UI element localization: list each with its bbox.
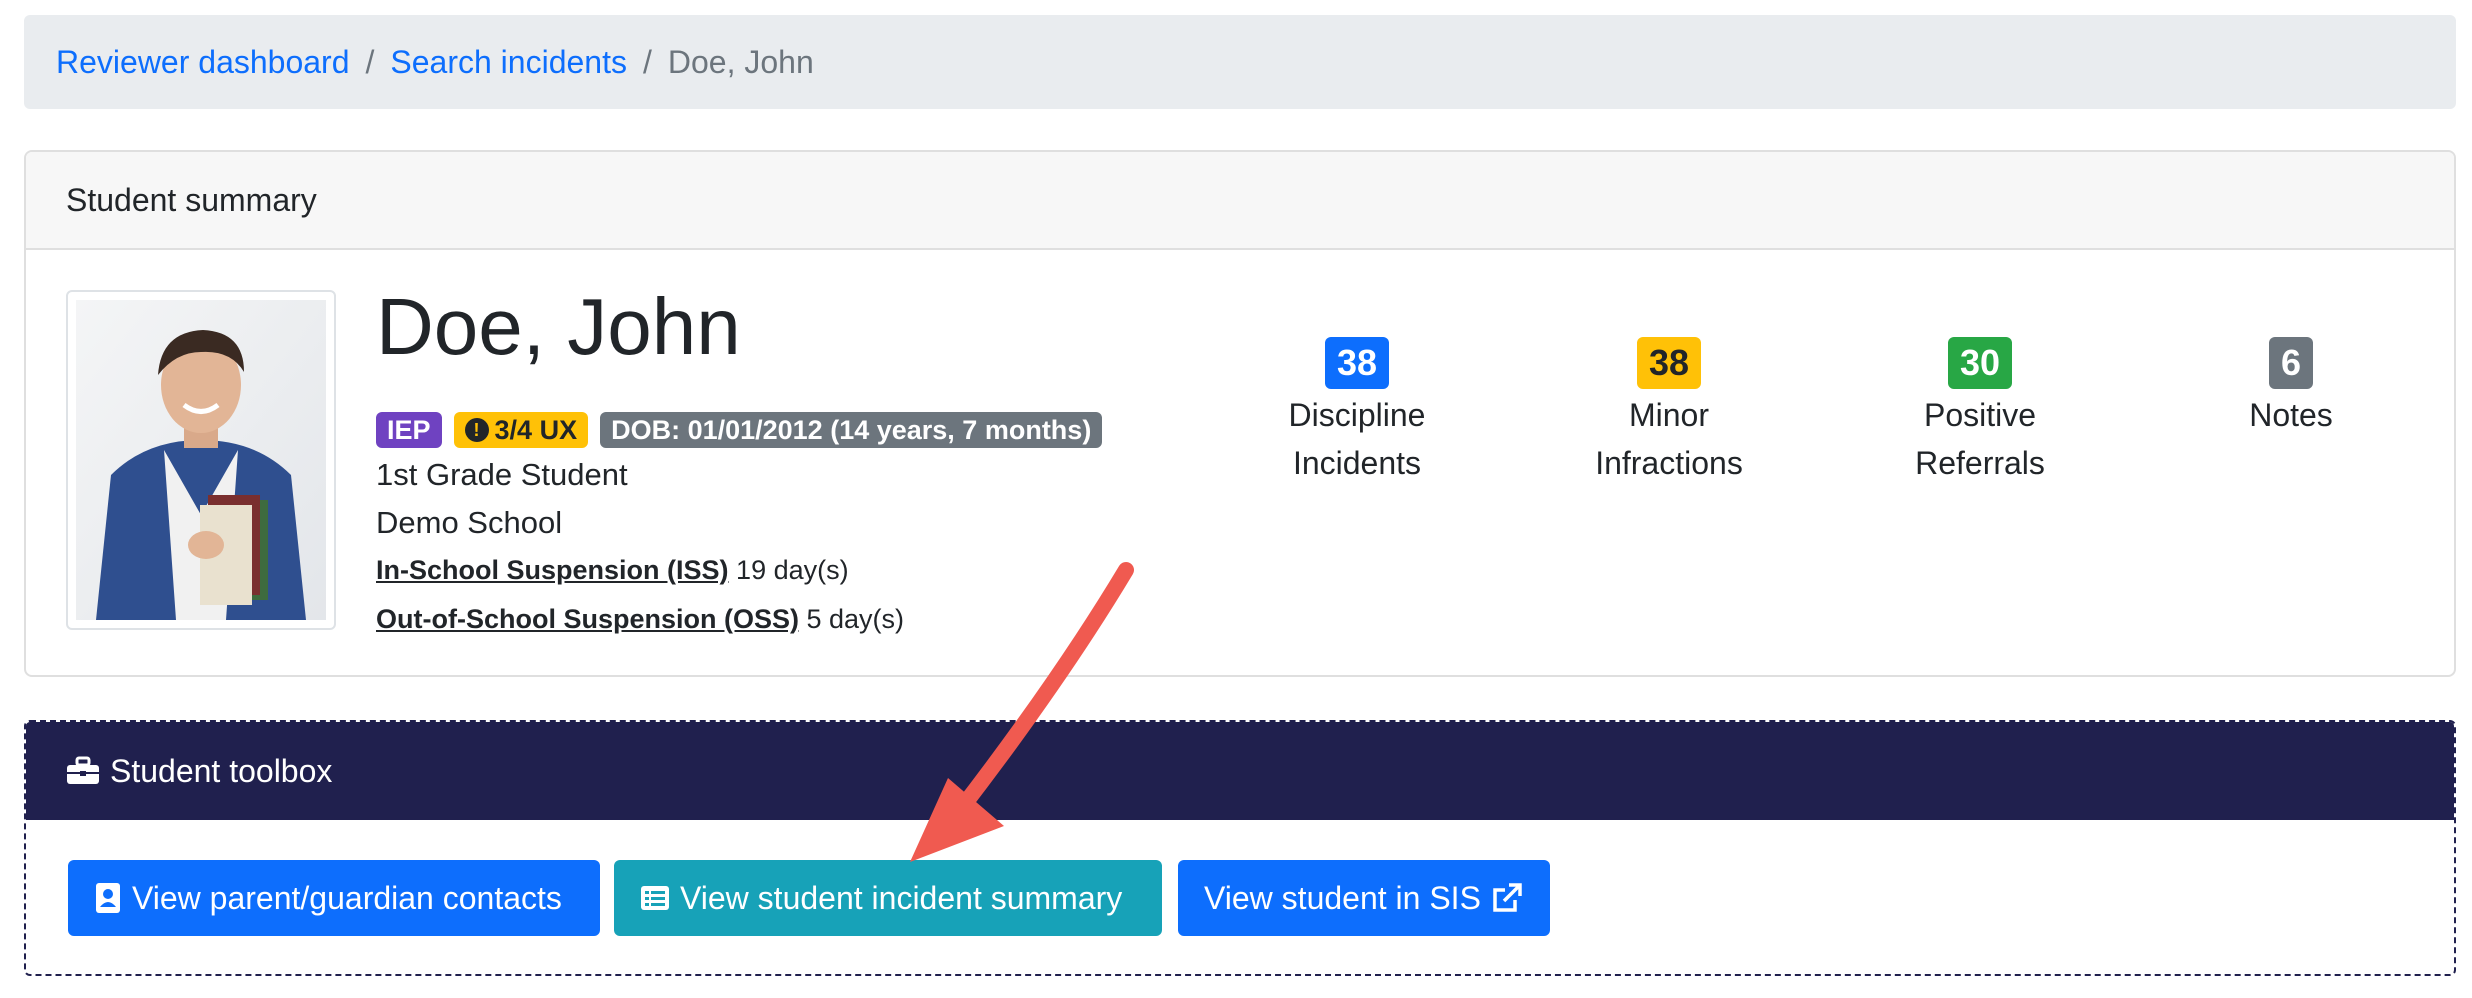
breadcrumb-reviewer-dashboard[interactable]: Reviewer dashboard <box>56 44 350 81</box>
breadcrumb-separator: / <box>642 43 652 80</box>
view-student-sis-button[interactable]: View student in SIS <box>1178 860 1550 936</box>
stat-minor-infractions[interactable]: 38 Minor Infractions <box>1559 337 1779 487</box>
stat-label: Notes <box>2249 397 2333 433</box>
student-summary-header: Student summary <box>26 152 2454 250</box>
view-parent-contacts-label: View parent/guardian contacts <box>132 879 562 916</box>
view-student-sis-label: View student in SIS <box>1204 879 1481 916</box>
oss-row: Out-of-School Suspension (OSS) 5 day(s) <box>376 604 904 635</box>
iss-value: 19 day(s) <box>736 555 849 585</box>
student-toolbox-header: Student toolbox <box>26 722 2454 820</box>
ux-badge: ! 3/4 UX <box>453 412 589 448</box>
student-toolbox-title: Student toolbox <box>110 752 333 789</box>
view-incident-summary-button[interactable]: View student incident summary <box>614 860 1162 936</box>
list-icon <box>641 886 669 910</box>
student-school: Demo School <box>376 505 563 540</box>
breadcrumb-separator: / <box>365 43 375 80</box>
ux-badge-label: 3/4 UX <box>494 415 578 445</box>
external-link-icon <box>1493 883 1522 912</box>
stat-count: 38 <box>1636 337 1702 389</box>
stat-label: Minor Infractions <box>1595 397 1743 481</box>
toolbox-icon <box>67 756 99 784</box>
stat-discipline-incidents[interactable]: 38 Discipline Incidents <box>1247 337 1467 487</box>
iss-row: In-School Suspension (ISS) 19 day(s) <box>376 555 849 586</box>
stat-count: 30 <box>1947 337 2013 389</box>
breadcrumb-current: Doe, John <box>667 43 814 80</box>
breadcrumb: Reviewer dashboard / Search incidents / … <box>24 15 2456 109</box>
oss-link[interactable]: Out-of-School Suspension (OSS) <box>376 604 799 634</box>
view-incident-summary-label: View student incident summary <box>680 879 1123 916</box>
stat-label: Positive Referrals <box>1915 397 2045 481</box>
oss-value: 5 day(s) <box>806 604 905 634</box>
student-photo-image <box>76 300 326 620</box>
iss-link[interactable]: In-School Suspension (ISS) <box>376 555 729 585</box>
stat-count: 6 <box>2268 337 2314 389</box>
exclamation-circle-icon: ! <box>464 418 489 442</box>
student-toolbox: Student toolbox View parent/guardian con… <box>24 720 2456 976</box>
student-photo <box>66 290 336 630</box>
stat-count: 38 <box>1324 337 1390 389</box>
student-badges: IEP ! 3/4 UX DOB: 01/01/2012 (14 years, … <box>376 412 1103 448</box>
iep-badge: IEP <box>376 412 442 448</box>
student-name: Doe, John <box>376 282 741 371</box>
stat-label: Discipline Incidents <box>1288 397 1426 481</box>
breadcrumb-search-incidents[interactable]: Search incidents <box>390 44 627 81</box>
view-parent-contacts-button[interactable]: View parent/guardian contacts <box>68 860 600 936</box>
stat-positive-referrals[interactable]: 30 Positive Referrals <box>1870 337 2090 487</box>
stat-notes[interactable]: 6 Notes <box>2181 337 2401 439</box>
student-summary-card: Student summary Doe, John IEP ! 3/4 UX D… <box>24 150 2456 677</box>
dob-badge: DOB: 01/01/2012 (14 years, 7 months) <box>600 412 1103 448</box>
contact-card-icon <box>96 883 120 913</box>
student-grade: 1st Grade Student <box>376 457 628 492</box>
